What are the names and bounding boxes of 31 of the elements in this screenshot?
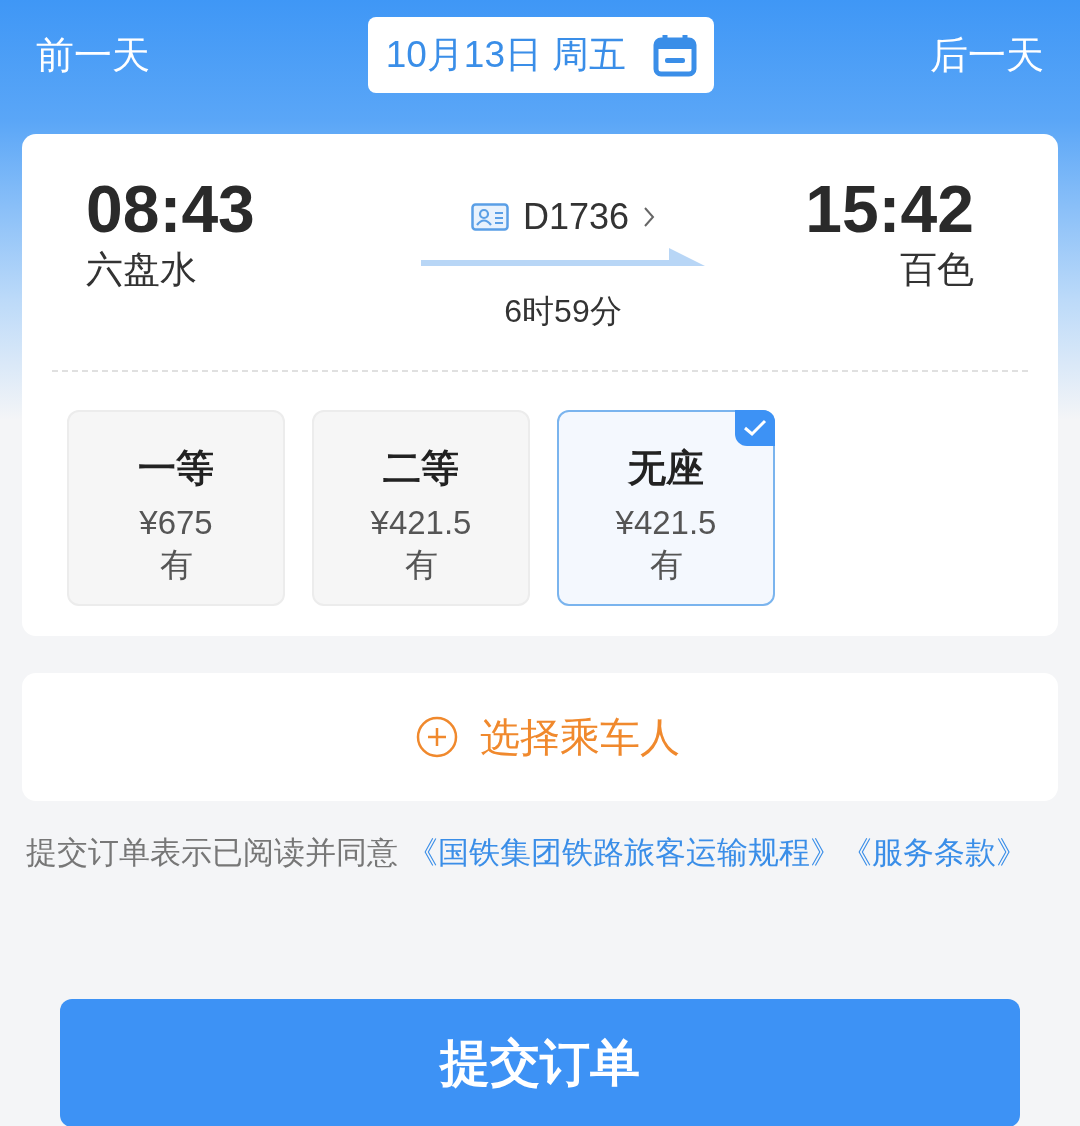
terms-link[interactable]: 《国铁集团铁路旅客运输规程》 bbox=[406, 835, 841, 870]
seat-availability: 有 bbox=[159, 545, 193, 585]
travel-duration: 6时59分 bbox=[504, 292, 622, 331]
id-card-icon bbox=[470, 203, 509, 231]
seat-option[interactable]: 无座 ¥421.5 有 bbox=[557, 410, 775, 606]
seat-availability: 有 bbox=[649, 545, 683, 585]
seat-class: 二等 bbox=[383, 446, 459, 491]
select-passenger-button[interactable]: 选择乘车人 bbox=[22, 673, 1058, 801]
calendar-icon bbox=[652, 32, 699, 78]
check-icon bbox=[735, 410, 775, 446]
date-picker-button[interactable]: 10月13日 周五 bbox=[367, 17, 715, 93]
submit-order-button[interactable]: 提交订单 bbox=[60, 999, 1020, 1126]
departure-time: 08:43 bbox=[86, 172, 255, 246]
seat-price: ¥421.5 bbox=[370, 503, 472, 543]
terms-agreement-text: 提交订单表示已阅读并同意 《国铁集团铁路旅客运输规程》《服务条款》 bbox=[26, 834, 1028, 872]
chevron-icon bbox=[643, 206, 656, 228]
previous-day-button[interactable]: 前一天 bbox=[36, 29, 150, 81]
seat-price: ¥421.5 bbox=[615, 503, 717, 543]
departure-station: 六盘水 bbox=[86, 248, 198, 292]
arrival-time: 15:42 bbox=[805, 172, 974, 246]
next-day-button[interactable]: 后一天 bbox=[930, 29, 1044, 81]
train-number-link[interactable]: D1736 bbox=[470, 196, 656, 238]
terms-link[interactable]: 《服务条款》 bbox=[840, 835, 1027, 870]
seat-class: 一等 bbox=[138, 446, 214, 491]
seat-class: 无座 bbox=[628, 446, 704, 491]
add-icon bbox=[416, 716, 458, 758]
seat-availability: 有 bbox=[404, 545, 438, 585]
seat-option[interactable]: 一等 ¥675 有 bbox=[67, 410, 285, 606]
seat-price: ¥675 bbox=[139, 503, 213, 543]
seat-option[interactable]: 二等 ¥421.5 有 bbox=[312, 410, 530, 606]
arrival-station: 百色 bbox=[900, 248, 974, 292]
